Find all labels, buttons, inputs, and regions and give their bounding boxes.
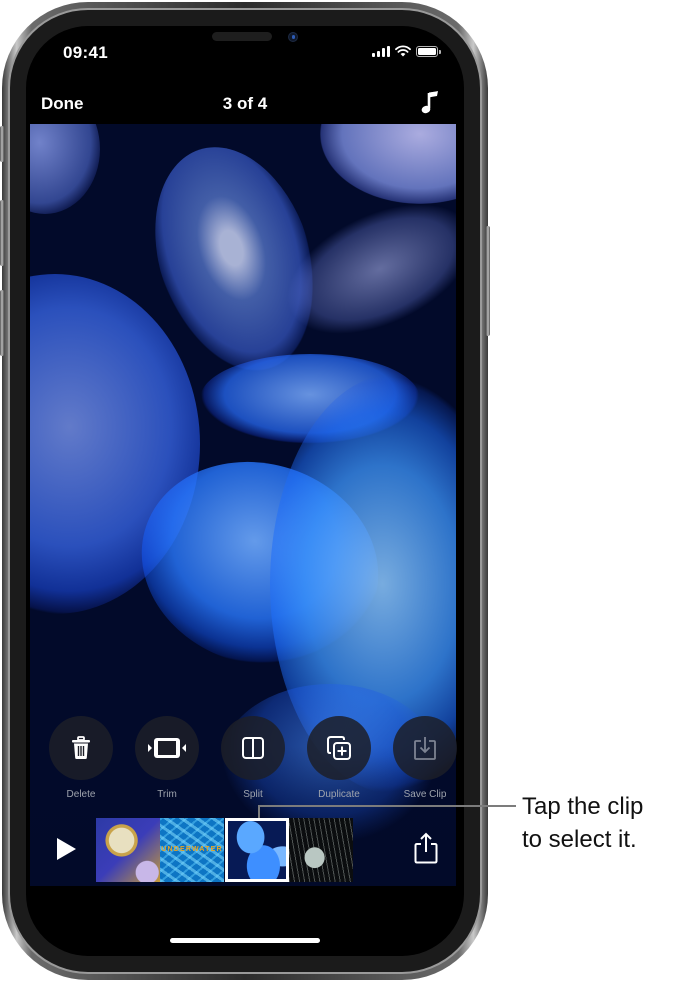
wifi-icon bbox=[395, 45, 411, 57]
split-button[interactable]: Split bbox=[221, 716, 285, 800]
volume-up-button bbox=[0, 200, 4, 266]
delete-button[interactable]: Delete bbox=[49, 716, 113, 800]
status-icons bbox=[372, 45, 441, 57]
clip-thumbnail-white-jellyfish[interactable] bbox=[289, 818, 353, 882]
trim-button[interactable]: Trim bbox=[135, 716, 199, 800]
clip-thumbnail-blue-jellyfish-selected[interactable] bbox=[225, 818, 289, 882]
callout-line-2: to select it. bbox=[522, 826, 637, 853]
jellyfish-shape bbox=[30, 124, 100, 214]
home-indicator[interactable] bbox=[170, 938, 320, 943]
volume-down-button bbox=[0, 290, 4, 356]
callout-line-1: Tap the clip bbox=[522, 793, 644, 820]
callout-leader-line bbox=[258, 805, 516, 807]
save-clip-button[interactable]: Save Clip bbox=[393, 716, 457, 800]
save-clip-icon bbox=[414, 737, 436, 760]
music-note-icon[interactable] bbox=[420, 90, 442, 116]
clip-position-title: 3 of 4 bbox=[222, 94, 268, 113]
cellular-signal-icon bbox=[372, 45, 390, 57]
trim-icon bbox=[148, 738, 186, 758]
battery-icon bbox=[416, 45, 441, 57]
clip-thumbnail-underwater-title[interactable]: UNDERWATER bbox=[160, 818, 224, 882]
save-clip-label: Save Clip bbox=[403, 789, 447, 800]
trash-icon bbox=[72, 736, 90, 759]
share-icon[interactable] bbox=[412, 832, 440, 864]
clip-timeline: UNDERWATER bbox=[26, 812, 464, 882]
split-icon bbox=[242, 737, 264, 759]
callout-text: Tap the clip to select it. bbox=[522, 790, 643, 856]
front-camera bbox=[288, 32, 298, 42]
side-button bbox=[486, 226, 490, 336]
jellyfish-shape bbox=[320, 124, 456, 204]
status-time: 09:41 bbox=[63, 43, 108, 62]
clip-actions-toolbar: Delete Trim Split Duplicate Save Clip bbox=[26, 716, 464, 800]
silent-switch bbox=[0, 126, 4, 162]
duplicate-icon bbox=[327, 736, 351, 760]
duplicate-button[interactable]: Duplicate bbox=[307, 716, 371, 800]
play-icon[interactable] bbox=[54, 836, 78, 862]
earpiece-speaker bbox=[212, 32, 272, 41]
phone-screen: 09:41 Done 3 of 4 Delete Trim Split Dupl… bbox=[26, 26, 464, 956]
clip-thumbnail-yellow-jellyfish[interactable] bbox=[96, 818, 160, 882]
clip-title-text: UNDERWATER bbox=[161, 846, 223, 853]
